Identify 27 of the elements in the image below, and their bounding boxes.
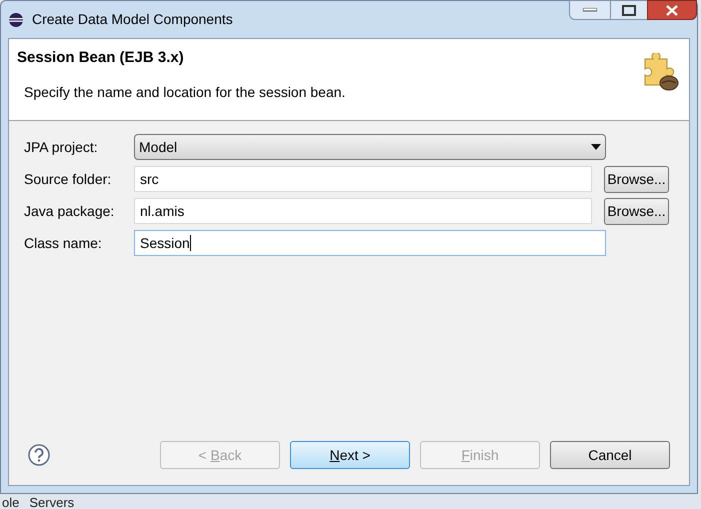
background-tab-label: Servers [28, 496, 74, 509]
dropdown-arrow-icon [591, 144, 601, 150]
window-title: Create Data Model Components [32, 10, 233, 29]
close-icon [666, 4, 678, 16]
field-label: Java package: [24, 202, 116, 221]
minimize-button[interactable] [569, 0, 611, 20]
text-field[interactable]: src [134, 166, 592, 192]
close-button[interactable] [647, 0, 697, 20]
page-description: Specify the name and location for the session bean. [23, 82, 346, 102]
dialog-button[interactable]: Next > [290, 441, 410, 469]
field-label: Class name: [24, 234, 103, 252]
dialog-button[interactable]: Cancel [550, 441, 670, 469]
text-field[interactable]: nl.amis [134, 198, 592, 224]
dropdown-value: Model [139, 138, 178, 156]
project-dropdown[interactable]: Model [134, 134, 606, 160]
maximize-icon [622, 4, 636, 16]
app-icon [8, 12, 24, 28]
background-tab-label: ole [1, 496, 20, 509]
text-field[interactable]: Session [134, 230, 606, 256]
field-label: JPA project: [24, 138, 99, 157]
maximize-button[interactable] [611, 0, 647, 20]
page-title: Session Bean (EJB 3.x) [17, 48, 185, 68]
browse-button[interactable]: Browse... [604, 166, 669, 192]
field-label: Source folder: [24, 170, 112, 188]
help-icon[interactable] [28, 444, 50, 466]
browse-button[interactable]: Browse... [604, 198, 669, 224]
minimize-icon [583, 8, 597, 12]
